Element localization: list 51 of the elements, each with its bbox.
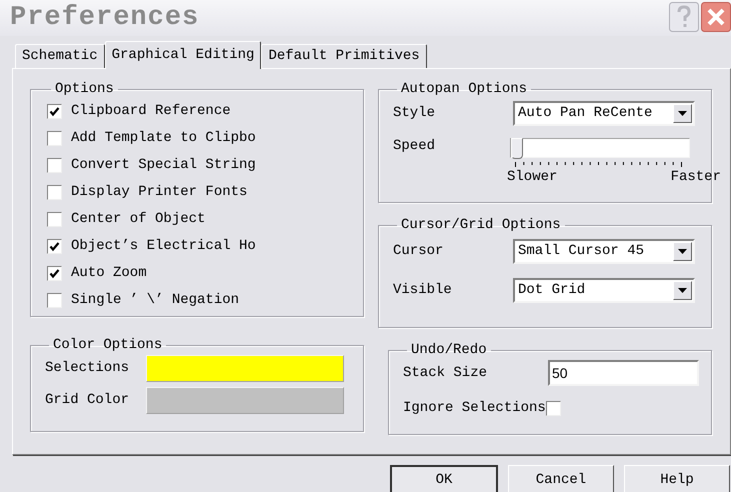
checkbox[interactable]	[47, 104, 62, 118]
checkbox[interactable]	[47, 292, 62, 308]
tab[interactable]: Default Primitives	[261, 44, 427, 68]
slider-label: Slower	[507, 168, 558, 187]
group-title: Cursor/Grid Options	[400, 217, 562, 233]
checkbox-label: Ignore Selections	[403, 399, 546, 418]
checkbox[interactable]	[546, 401, 561, 416]
tab[interactable]: Graphical Editing	[104, 41, 262, 69]
checkbox[interactable]	[47, 184, 62, 200]
checkbox-label: Add Template to Clipbo	[71, 130, 256, 146]
tab[interactable]: Schematic	[15, 44, 105, 68]
dropdown[interactable]: Auto Pan ReCente	[513, 101, 695, 126]
input-field[interactable]: 50	[548, 360, 699, 386]
checkbox-label: Clipboard Reference	[71, 103, 231, 119]
checkbox-label: Convert Special String	[71, 157, 256, 173]
group-title: Undo/Redo	[410, 342, 488, 358]
group-title: Options	[54, 81, 115, 97]
slider-track[interactable]	[510, 138, 690, 158]
checkbox[interactable]	[47, 266, 62, 280]
caret-icon	[678, 249, 687, 254]
checkbox-label: Display Printer Fonts	[71, 184, 248, 200]
field-label: Stack Size	[403, 364, 488, 382]
caret-icon	[678, 288, 687, 293]
checkbox[interactable]	[47, 238, 62, 254]
dialog-button[interactable]: Help	[624, 465, 730, 492]
slider-thumb[interactable]	[511, 138, 523, 159]
checkbox[interactable]	[47, 158, 62, 172]
field-label: Grid Color	[45, 391, 130, 410]
group-title: Autopan Options	[400, 81, 528, 97]
close-icon[interactable]	[701, 2, 731, 32]
field-label: Style	[393, 104, 436, 123]
dialog-button[interactable]: OK	[390, 465, 498, 492]
checkbox-label: Single ’ \’ Negation	[71, 292, 240, 308]
field-label: Speed	[393, 137, 436, 156]
slider-label: Faster	[670, 168, 721, 187]
field-label: Selections	[45, 359, 130, 378]
checkbox[interactable]	[47, 130, 62, 146]
field-label: Cursor	[393, 242, 444, 261]
checkbox-label: Center of Object	[71, 211, 206, 227]
color-swatch[interactable]	[146, 355, 344, 382]
color-swatch[interactable]	[146, 387, 344, 414]
checkbox[interactable]	[47, 212, 62, 226]
checkbox-label: Auto Zoom	[71, 265, 147, 281]
group-title: Color Options	[52, 337, 164, 353]
caret-icon	[678, 111, 687, 116]
dropdown[interactable]: Dot Grid	[513, 278, 695, 303]
dropdown[interactable]: Small Cursor 45	[513, 239, 695, 264]
field-label: Visible	[393, 281, 452, 300]
window-title: Preferences	[10, 2, 200, 35]
dialog-button[interactable]: Cancel	[508, 465, 614, 492]
checkbox-label: Object’s Electrical Ho	[71, 238, 256, 254]
